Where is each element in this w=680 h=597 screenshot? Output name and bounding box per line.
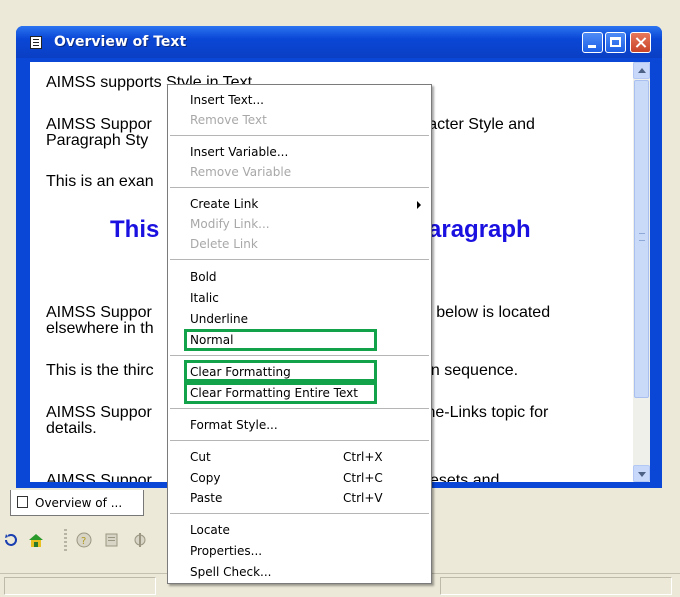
paragraph-5b: tion sequence. [414, 362, 519, 379]
window-title: Overview of Text [54, 34, 187, 50]
paragraph-7b: Presets and [414, 472, 500, 482]
menu-properties[interactable]: Properties... [190, 544, 262, 558]
menu-locate[interactable]: Locate [190, 523, 230, 537]
help-icon[interactable]: ? [76, 532, 92, 548]
paragraph-6b: Line-Links topic for [414, 404, 549, 421]
menu-remove-text[interactable]: Remove Text [190, 113, 267, 127]
menu-spell-check[interactable]: Spell Check... [190, 565, 271, 579]
status-cell-1 [4, 577, 156, 595]
menu-separator [170, 408, 429, 409]
heading-left: This [110, 216, 160, 243]
tools-icon[interactable] [132, 532, 148, 548]
menu-modify-link[interactable]: Modify Link... [190, 217, 270, 231]
status-cell-2 [440, 577, 672, 595]
refresh-icon[interactable] [3, 532, 19, 548]
document-icon [17, 496, 28, 508]
vertical-scrollbar[interactable] [633, 62, 650, 482]
document-icon [30, 36, 42, 49]
menu-create-link[interactable]: Create Link [190, 197, 258, 211]
tab-label: Overview of ... [35, 496, 123, 510]
menu-separator [170, 259, 429, 260]
paragraph-2b: aracter Style and [414, 116, 535, 133]
clear-formatting-entire-highlight-box [184, 382, 377, 404]
menu-separator [170, 513, 429, 514]
submenu-arrow-icon [417, 201, 421, 209]
menu-separator [170, 355, 429, 356]
menu-paste[interactable]: Paste [190, 491, 222, 505]
menu-remove-variable[interactable]: Remove Variable [190, 165, 291, 179]
home-icon[interactable] [28, 532, 44, 548]
svg-text:?: ? [81, 536, 86, 547]
title-bar[interactable]: Overview of Text [16, 26, 662, 58]
menu-insert-text[interactable]: Insert Text... [190, 93, 264, 107]
minimize-button[interactable] [582, 32, 603, 53]
menu-format-style[interactable]: Format Style... [190, 418, 278, 432]
menu-underline[interactable]: Underline [190, 312, 248, 326]
maximize-button[interactable] [605, 32, 626, 53]
context-menu: Insert Text... Remove Text Insert Variab… [167, 84, 432, 584]
scroll-thumb[interactable] [634, 80, 649, 398]
close-button[interactable] [630, 32, 651, 53]
menu-cut-shortcut: Ctrl+X [343, 450, 383, 464]
scroll-up-arrow-icon[interactable] [633, 62, 650, 79]
menu-delete-link[interactable]: Delete Link [190, 237, 258, 251]
tab-overview-of-text[interactable]: Overview of ... [10, 490, 144, 516]
paragraph-4b: ph below is located [414, 304, 551, 321]
clear-formatting-highlight-box [184, 360, 377, 382]
menu-separator [170, 187, 429, 188]
menu-separator [170, 135, 429, 136]
document-settings-icon[interactable] [104, 532, 120, 548]
menu-separator [170, 440, 429, 441]
menu-copy-shortcut: Ctrl+C [343, 471, 383, 485]
menu-bold[interactable]: Bold [190, 270, 217, 284]
toolbar-grip[interactable] [64, 529, 67, 553]
normal-highlight-box [184, 329, 377, 351]
menu-cut[interactable]: Cut [190, 450, 211, 464]
menu-italic[interactable]: Italic [190, 291, 219, 305]
menu-copy[interactable]: Copy [190, 471, 220, 485]
scroll-down-arrow-icon[interactable] [633, 465, 650, 482]
menu-paste-shortcut: Ctrl+V [343, 491, 383, 505]
menu-insert-variable[interactable]: Insert Variable... [190, 145, 288, 159]
